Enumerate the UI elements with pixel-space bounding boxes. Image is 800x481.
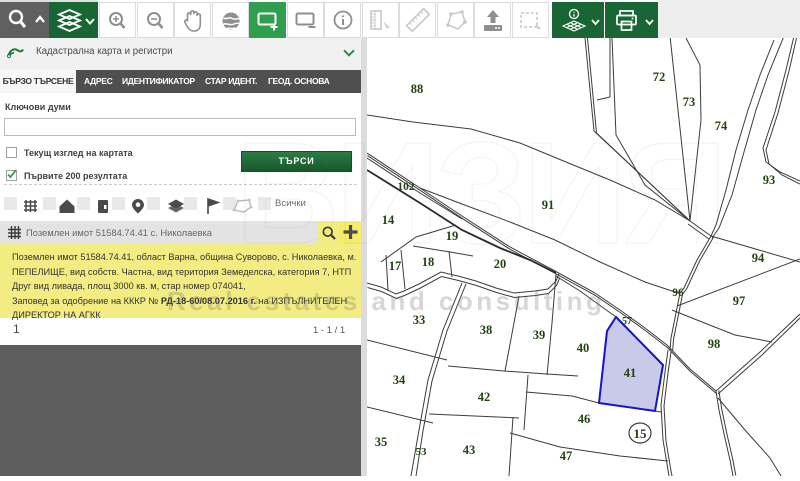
svg-text:39: 39 (533, 328, 546, 342)
svg-text:38: 38 (480, 323, 493, 337)
svg-text:35: 35 (375, 435, 388, 449)
svg-text:40: 40 (577, 341, 590, 355)
svg-text:88: 88 (411, 82, 424, 96)
svg-text:41: 41 (624, 366, 637, 380)
svg-text:47: 47 (560, 449, 573, 463)
svg-text:53: 53 (416, 446, 428, 458)
svg-text:72: 72 (653, 70, 666, 84)
svg-text:15: 15 (634, 426, 648, 441)
svg-text:57: 57 (622, 316, 632, 327)
svg-text:98: 98 (708, 337, 721, 351)
svg-text:43: 43 (463, 443, 476, 457)
svg-text:73: 73 (683, 95, 696, 109)
svg-text:42: 42 (478, 390, 491, 404)
svg-text:34: 34 (393, 373, 406, 387)
svg-text:46: 46 (578, 412, 591, 426)
